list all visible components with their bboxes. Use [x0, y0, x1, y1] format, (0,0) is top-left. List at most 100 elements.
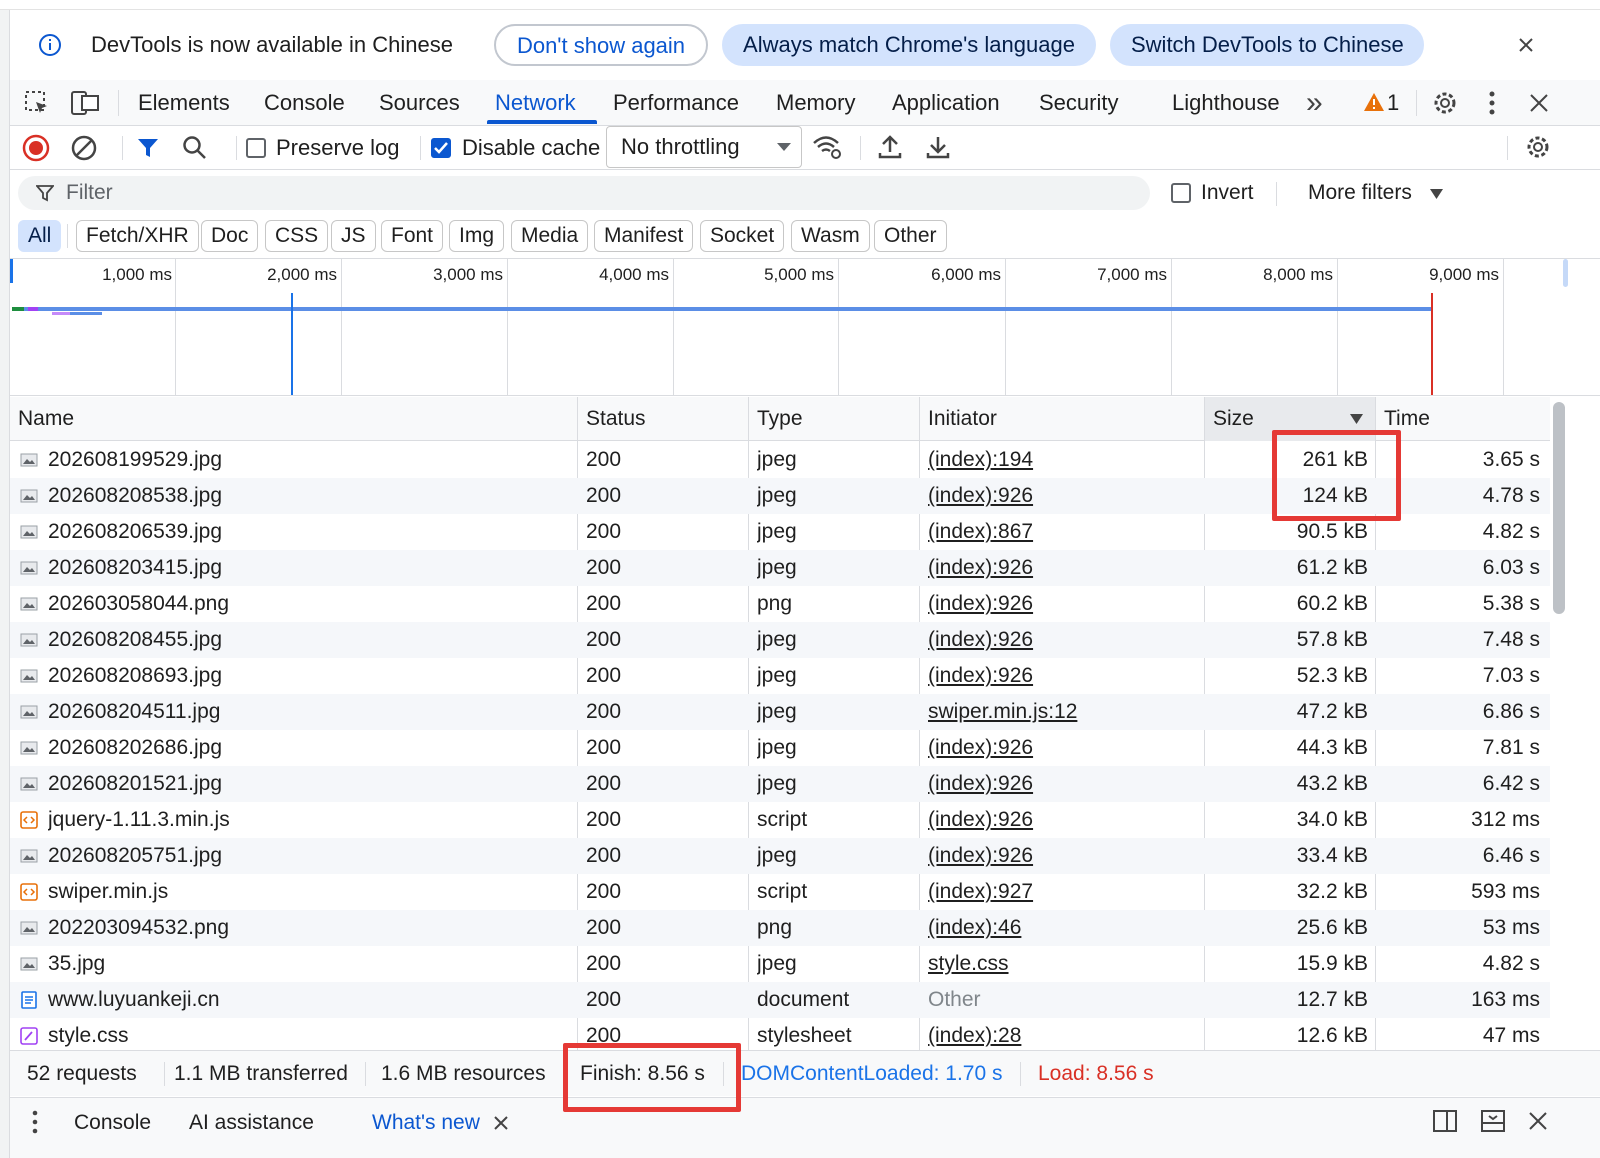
- request-name[interactable]: 35.jpg: [48, 946, 576, 982]
- request-initiator[interactable]: (index):867: [928, 514, 1208, 550]
- tab-sources[interactable]: Sources: [379, 80, 460, 126]
- request-name[interactable]: 202608206539.jpg: [48, 514, 576, 550]
- type-filter-manifest[interactable]: Manifest: [594, 220, 694, 252]
- request-initiator[interactable]: (index):927: [928, 874, 1208, 910]
- table-row[interactable]: 202603058044.png 200 png (index):926 60.2 kB…: [10, 586, 1550, 622]
- request-initiator[interactable]: (index):926: [928, 658, 1208, 694]
- request-name[interactable]: 202608208455.jpg: [48, 622, 576, 658]
- more-filters-button[interactable]: More filters: [1308, 176, 1412, 210]
- export-har-download-icon[interactable]: [925, 134, 951, 160]
- request-name[interactable]: 202608208538.jpg: [48, 478, 576, 514]
- request-initiator[interactable]: style.css: [928, 946, 1208, 982]
- network-settings-gear-icon[interactable]: [1524, 133, 1552, 161]
- request-name[interactable]: 202608199529.jpg: [48, 442, 576, 478]
- table-row[interactable]: 202608204511.jpg 200 jpeg swiper.min.js:12 4…: [10, 694, 1550, 730]
- kebab-menu-icon[interactable]: [1488, 90, 1496, 116]
- request-name[interactable]: 202603058044.png: [48, 586, 576, 622]
- request-name[interactable]: jquery-1.11.3.min.js: [48, 802, 576, 838]
- request-initiator[interactable]: (index):926: [928, 766, 1208, 802]
- clear-log-icon[interactable]: [70, 134, 98, 162]
- tab-security[interactable]: Security: [1039, 80, 1118, 126]
- table-row[interactable]: 202203094532.png 200 png (index):46 25.6 kB 5…: [10, 910, 1550, 946]
- column-header-initiator[interactable]: Initiator: [920, 397, 997, 441]
- request-initiator[interactable]: (index):28: [928, 1018, 1208, 1050]
- column-header-type[interactable]: Type: [749, 397, 803, 441]
- request-name[interactable]: swiper.min.js: [48, 874, 576, 910]
- table-row[interactable]: 202608208693.jpg 200 jpeg (index):926 52.3 k…: [10, 658, 1550, 694]
- import-har-upload-icon[interactable]: [877, 134, 903, 160]
- type-filter-img[interactable]: Img: [449, 220, 505, 252]
- invert-checkbox[interactable]: [1171, 183, 1191, 203]
- always-match-language-button[interactable]: Always match Chrome's language: [722, 24, 1096, 66]
- request-name[interactable]: style.css: [48, 1018, 576, 1050]
- request-name[interactable]: 202608205751.jpg: [48, 838, 576, 874]
- type-filter-socket[interactable]: Socket: [700, 220, 785, 252]
- tab-performance[interactable]: Performance: [613, 80, 739, 126]
- close-drawer-icon[interactable]: [1528, 1111, 1548, 1131]
- tab-memory[interactable]: Memory: [776, 80, 855, 126]
- type-filter-wasm[interactable]: Wasm: [791, 220, 870, 252]
- request-name[interactable]: www.luyuankeji.cn: [48, 982, 576, 1018]
- inspect-element-icon[interactable]: [24, 90, 50, 116]
- table-row[interactable]: swiper.min.js 200 script (index):927 32.2 kB…: [10, 874, 1550, 910]
- request-initiator[interactable]: (index):926: [928, 622, 1208, 658]
- request-initiator[interactable]: swiper.min.js:12: [928, 694, 1208, 730]
- drawer-tab-console[interactable]: Console: [74, 1108, 151, 1138]
- warning-count[interactable]: 1: [1387, 80, 1399, 126]
- search-icon[interactable]: [182, 135, 208, 161]
- disable-cache-checkbox[interactable]: [431, 138, 451, 158]
- request-name[interactable]: 202608202686.jpg: [48, 730, 576, 766]
- request-initiator[interactable]: (index):194: [928, 442, 1208, 478]
- column-header-name[interactable]: Name: [10, 397, 74, 441]
- table-row[interactable]: 202608203415.jpg 200 jpeg (index):926 61.2 k…: [10, 550, 1550, 586]
- request-name[interactable]: 202608201521.jpg: [48, 766, 576, 802]
- overview-right-handle[interactable]: [1563, 259, 1568, 287]
- request-name[interactable]: 202203094532.png: [48, 910, 576, 946]
- network-conditions-wifi-icon[interactable]: [812, 134, 842, 160]
- table-row[interactable]: 202608201521.jpg 200 jpeg (index):926 43.2 k…: [10, 766, 1550, 802]
- type-filter-other[interactable]: Other: [874, 220, 947, 252]
- type-filter-font[interactable]: Font: [381, 220, 444, 252]
- switch-to-chinese-button[interactable]: Switch DevTools to Chinese: [1110, 24, 1424, 66]
- dock-bottom-icon[interactable]: [1480, 1109, 1506, 1133]
- request-initiator[interactable]: (index):926: [928, 802, 1208, 838]
- network-overview-timeline[interactable]: 1,000 ms 2,000 ms 3,000 ms 4,000 ms 5,00…: [10, 258, 1600, 396]
- more-tabs-chevron-icon[interactable]: »: [1306, 80, 1323, 126]
- type-filter-fetch-xhr[interactable]: Fetch/XHR: [76, 220, 199, 252]
- overview-left-handle[interactable]: [10, 259, 13, 283]
- warning-icon[interactable]: [1363, 92, 1385, 112]
- type-filter-media[interactable]: Media: [511, 220, 589, 252]
- table-row[interactable]: 202608208455.jpg 200 jpeg (index):926 57.8 k…: [10, 622, 1550, 658]
- request-initiator[interactable]: (index):926: [928, 838, 1208, 874]
- device-toolbar-icon[interactable]: [70, 90, 100, 116]
- drawer-tab-whats-new[interactable]: What's new: [372, 1108, 480, 1138]
- table-row[interactable]: 35.jpg 200 jpeg style.css 15.9 kB 4.82 s: [10, 946, 1550, 982]
- throttling-select[interactable]: No throttling: [606, 126, 802, 168]
- table-scrollbar-thumb[interactable]: [1553, 402, 1565, 614]
- table-row[interactable]: www.luyuankeji.cn 200 document Other 12.7 kB…: [10, 982, 1550, 1018]
- request-initiator[interactable]: (index):926: [928, 586, 1208, 622]
- close-devtools-icon[interactable]: [1528, 92, 1550, 114]
- request-name[interactable]: 202608208693.jpg: [48, 658, 576, 694]
- request-name[interactable]: 202608203415.jpg: [48, 550, 576, 586]
- table-row[interactable]: 202608202686.jpg 200 jpeg (index):926 44.3 k…: [10, 730, 1550, 766]
- type-filter-all[interactable]: All: [18, 220, 62, 252]
- table-row[interactable]: jquery-1.11.3.min.js 200 script (index):926…: [10, 802, 1550, 838]
- filter-input[interactable]: Filter: [18, 176, 1150, 210]
- table-row[interactable]: style.css 200 stylesheet (index):28 12.6 kB 4…: [10, 1018, 1550, 1050]
- drawer-tab-ai-assistance[interactable]: AI assistance: [189, 1108, 314, 1138]
- more-filters-dropdown-icon[interactable]: [1430, 189, 1443, 199]
- column-header-status[interactable]: Status: [578, 397, 646, 441]
- request-initiator[interactable]: (index):926: [928, 550, 1208, 586]
- dont-show-again-button[interactable]: Don't show again: [494, 24, 708, 66]
- drawer-menu-kebab-icon[interactable]: [32, 1110, 38, 1134]
- filter-funnel-icon[interactable]: [136, 136, 160, 160]
- tab-lighthouse[interactable]: Lighthouse: [1172, 80, 1280, 126]
- tab-elements[interactable]: Elements: [138, 80, 230, 126]
- close-whats-new-icon[interactable]: [493, 1115, 509, 1131]
- table-row[interactable]: 202608205751.jpg 200 jpeg (index):926 33.4 k…: [10, 838, 1550, 874]
- tab-application[interactable]: Application: [892, 80, 1000, 126]
- request-initiator[interactable]: (index):926: [928, 478, 1208, 514]
- type-filter-js[interactable]: JS: [331, 220, 376, 252]
- type-filter-doc[interactable]: Doc: [201, 220, 259, 252]
